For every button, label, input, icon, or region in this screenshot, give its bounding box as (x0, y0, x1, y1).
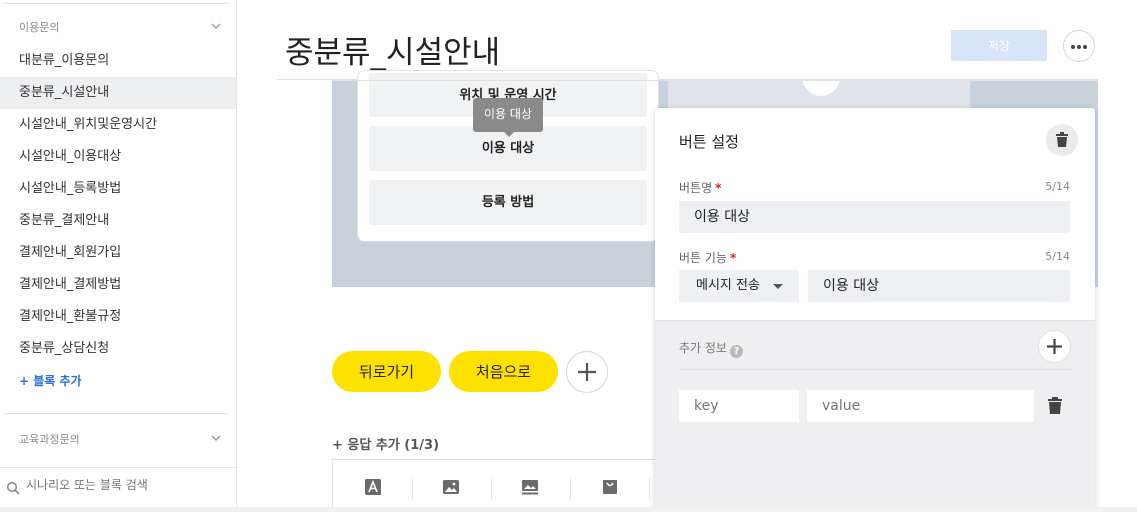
message-input[interactable]: 이용 대상 (808, 270, 1070, 302)
page-title: 중분류_시설안내 (285, 35, 501, 71)
add-response-link[interactable]: + 응답 추가 (1/3) (332, 434, 439, 453)
sidebar-divider (4, 3, 228, 4)
option-button[interactable]: 등록 방법 (369, 180, 647, 225)
commerce-icon[interactable] (601, 479, 619, 495)
text-icon[interactable] (364, 479, 382, 495)
delete-button-button[interactable] (1046, 124, 1078, 156)
sidebar-item-active[interactable]: 중분류_시설안내 (0, 77, 236, 109)
sidebar-item[interactable]: 중분류_상담신청 (0, 333, 236, 365)
image-icon[interactable] (442, 479, 460, 495)
dot-icon (1071, 45, 1075, 49)
toolbar-divider (491, 478, 492, 500)
button-name-input[interactable]: 이용 대상 (679, 201, 1070, 233)
home-button[interactable]: 처음으로 (449, 351, 558, 392)
toolbar-divider (570, 478, 571, 500)
button-name-label: 버튼명 * (679, 181, 722, 195)
select-value: 메시지 전송 (696, 278, 760, 293)
sidebar-item[interactable]: 시설안내_등록방법 (0, 173, 236, 205)
more-options-button[interactable] (1063, 30, 1095, 62)
caret-down-icon (773, 284, 783, 289)
search-icon (6, 481, 20, 495)
button-function-select[interactable]: 메시지 전송 (679, 270, 799, 302)
panel-title: 버튼 설정 (679, 133, 739, 151)
sidebar-item[interactable]: 결제안내_환불규정 (0, 301, 236, 333)
sidebar-divider (4, 413, 228, 414)
sidebar-item[interactable]: 결제안내_회원가입 (0, 237, 236, 269)
key-input[interactable] (679, 390, 799, 422)
button-function-label: 버튼 기능 * (679, 251, 737, 265)
chevron-down-icon[interactable] (209, 431, 223, 445)
plus-icon (578, 363, 596, 381)
dot-icon (1083, 45, 1087, 49)
preview-top-edge (332, 80, 1098, 81)
toolbar-divider (412, 478, 413, 500)
extra-divider (679, 369, 1071, 370)
sidebar-item[interactable]: 대분류_이용문의 (0, 45, 236, 77)
plus-icon (1047, 339, 1062, 354)
dot-icon (1077, 45, 1081, 49)
tooltip: 이용 대상 (473, 98, 543, 137)
sidebar-item[interactable]: 시설안내_이용대상 (0, 141, 236, 173)
value-input[interactable] (807, 390, 1034, 422)
chevron-down-icon[interactable] (209, 19, 223, 33)
extra-info-label: 추가 정보? (679, 339, 743, 358)
sidebar-search (0, 467, 236, 507)
sidebar-item[interactable]: 시설안내_위치및운영시간 (0, 109, 236, 141)
sidebar-item[interactable]: 중분류_결제안내 (0, 205, 236, 237)
response-type-toolbar (332, 459, 662, 512)
section-title-usage[interactable]: 이용문의 (19, 19, 59, 35)
add-button[interactable] (566, 351, 608, 393)
trash-icon[interactable] (1047, 397, 1063, 415)
bottom-bar (0, 507, 1137, 512)
back-button[interactable]: 뒤로가기 (332, 351, 441, 392)
button-settings-panel: 버튼 설정 버튼명 * 5/14 이용 대상 버튼 기능 * 5/14 메시지 전송… (655, 108, 1095, 512)
help-icon[interactable]: ? (729, 345, 743, 358)
add-block-link[interactable]: + 블록 추가 (19, 372, 82, 389)
button-function-count: 5/14 (1045, 250, 1070, 263)
wide-image-icon[interactable] (521, 479, 539, 495)
trash-icon (1056, 132, 1068, 147)
toolbar-divider (649, 478, 650, 500)
button-name-count: 5/14 (1045, 180, 1070, 193)
search-input[interactable] (26, 478, 226, 492)
sidebar-item[interactable]: 결제안내_결제방법 (0, 269, 236, 301)
sidebar: 이용문의 대분류_이용문의 중분류_시설안내 시설안내_위치및운영시간 시설안내… (0, 0, 237, 512)
save-button[interactable]: 저장 (951, 30, 1047, 61)
extra-info-section: 추가 정보? (655, 320, 1095, 512)
section-title-courses[interactable]: 교육과정문의 (19, 431, 80, 447)
add-extra-info-button[interactable] (1038, 330, 1071, 363)
